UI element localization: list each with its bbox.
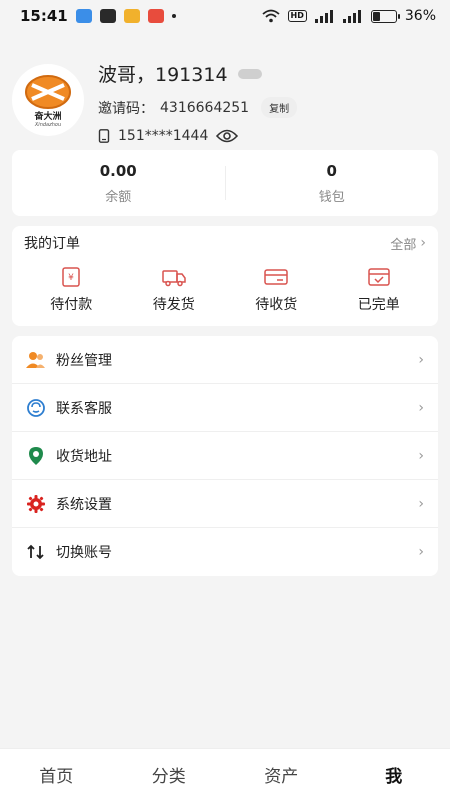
fans-icon xyxy=(26,350,46,370)
nav-me[interactable]: 我 xyxy=(338,762,450,787)
app-notification-icon xyxy=(123,9,140,23)
svg-text:¥: ¥ xyxy=(68,273,74,283)
level-badge xyxy=(237,68,262,79)
orders-header: 我的订单 全部 › xyxy=(20,226,430,260)
status-right: HD 36% xyxy=(261,8,436,24)
wallet-item[interactable]: 0 钱包 xyxy=(226,162,439,205)
invite-code: 4316664251 xyxy=(160,99,250,116)
avatar-brand-sub: Xindazhou xyxy=(34,121,62,128)
switch-icon xyxy=(26,542,46,562)
nav-home[interactable]: 首页 xyxy=(0,762,113,787)
balance-label: 余额 xyxy=(105,189,132,205)
menu-label: 收货地址 xyxy=(56,448,112,465)
order-label: 待收货 xyxy=(255,297,298,313)
order-pending-shipment[interactable]: 待发货 xyxy=(129,266,219,314)
menu-item-customer-service[interactable]: 联系客服 › xyxy=(12,384,438,432)
nav-assets[interactable]: 资产 xyxy=(225,762,338,787)
location-icon xyxy=(26,446,46,466)
app-notification-icon xyxy=(75,9,92,23)
nav-category[interactable]: 分类 xyxy=(113,762,226,787)
order-label: 待付款 xyxy=(50,297,93,313)
chevron-right-icon: › xyxy=(420,235,426,251)
truck-icon xyxy=(162,270,186,287)
status-bar: 15:41 HD 36% xyxy=(0,0,450,32)
signal-icon xyxy=(314,9,333,23)
menu-label: 切换账号 xyxy=(56,545,112,561)
balance-item[interactable]: 0.00 余额 xyxy=(12,162,225,205)
orders-status-row: ¥ 待付款 待发货 待收货 已完单 xyxy=(20,260,430,314)
wallet-value: 0 xyxy=(326,161,337,180)
payment-icon: ¥ xyxy=(62,267,80,287)
orders-all-label: 全部 xyxy=(390,237,417,253)
orders-card: 我的订单 全部 › ¥ 待付款 待发货 待收货 已完单 xyxy=(12,226,438,326)
wechat-icon xyxy=(99,9,116,23)
phone-row: 151****1444 xyxy=(98,128,297,144)
wifi-icon xyxy=(261,9,280,23)
avatar[interactable]: 奋大洲 Xindazhou xyxy=(12,64,84,136)
eye-icon[interactable] xyxy=(216,129,239,143)
avatar-brand-text: 奋大洲 xyxy=(34,111,62,122)
battery-percent: 36% xyxy=(404,8,436,24)
hd-badge: HD xyxy=(287,10,307,22)
menu-card: 粉丝管理 › 联系客服 › 收货地址 › 系统设置 › 切换账号 › xyxy=(12,336,438,576)
customer-service-icon xyxy=(26,398,46,418)
order-completed[interactable]: 已完单 xyxy=(334,266,424,314)
balance-card: 0.00 余额 0 钱包 xyxy=(12,150,438,216)
gear-icon xyxy=(26,494,46,514)
menu-label: 联系客服 xyxy=(56,400,112,417)
chevron-right-icon: › xyxy=(418,544,424,560)
app-notification-icon xyxy=(147,9,164,23)
status-left: 15:41 xyxy=(20,7,176,25)
chevron-right-icon: › xyxy=(418,495,424,512)
order-pending-payment[interactable]: ¥ 待付款 xyxy=(26,266,116,314)
wallet-label: 钱包 xyxy=(318,189,345,205)
menu-item-fans[interactable]: 粉丝管理 › xyxy=(12,336,438,384)
status-time: 15:41 xyxy=(20,7,68,25)
phone-icon xyxy=(98,129,110,143)
chevron-right-icon: › xyxy=(418,351,424,368)
order-label: 已完单 xyxy=(357,297,400,313)
battery-level xyxy=(372,11,381,21)
menu-item-switch-account[interactable]: 切换账号 › xyxy=(12,528,438,576)
receive-icon xyxy=(264,269,288,285)
chevron-right-icon: › xyxy=(418,399,424,416)
orders-all-link[interactable]: 全部 › xyxy=(390,234,426,253)
phone-number: 151****1444 xyxy=(118,128,209,144)
brand-logo-icon xyxy=(25,74,71,109)
profile-info: 波哥，191314 邀请码： 4316664251 复制 151****1444 xyxy=(98,60,298,144)
menu-label: 系统设置 xyxy=(56,496,112,513)
more-notifications-dot xyxy=(171,14,176,18)
user-name: 波哥，191314 xyxy=(98,64,228,86)
order-pending-receipt[interactable]: 待收货 xyxy=(231,266,321,314)
profile-header: 奋大洲 Xindazhou 波哥，191314 邀请码： 4316664251 … xyxy=(0,32,450,150)
invite-row: 邀请码： 4316664251 复制 xyxy=(98,97,298,118)
copy-button[interactable]: 复制 xyxy=(261,97,298,118)
signal-icon xyxy=(342,9,361,23)
battery-icon xyxy=(370,9,400,23)
orders-title: 我的订单 xyxy=(24,236,80,252)
chevron-right-icon: › xyxy=(418,447,424,464)
balance-value: 0.00 xyxy=(99,161,137,180)
menu-item-settings[interactable]: 系统设置 › xyxy=(12,480,438,528)
name-row: 波哥，191314 xyxy=(98,60,297,87)
menu-item-address[interactable]: 收货地址 › xyxy=(12,432,438,480)
bottom-nav: 首页 分类 资产 我 xyxy=(0,748,450,800)
menu-label: 粉丝管理 xyxy=(56,352,112,369)
invite-label: 邀请码： xyxy=(98,100,154,117)
completed-icon xyxy=(368,268,390,286)
order-label: 待发货 xyxy=(152,297,195,313)
